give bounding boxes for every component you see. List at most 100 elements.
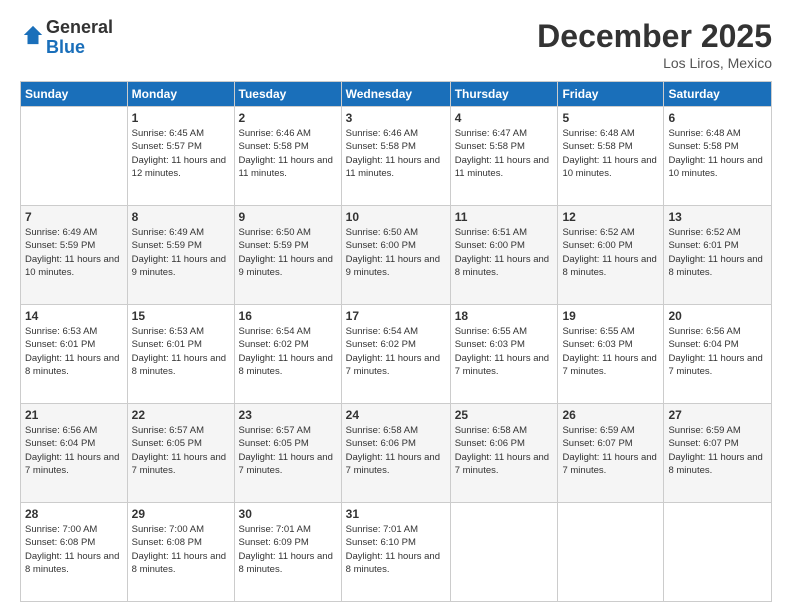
logo: General Blue: [20, 18, 113, 58]
day-number: 16: [239, 309, 337, 323]
cell-info: Sunrise: 6:53 AMSunset: 6:01 PMDaylight:…: [25, 325, 123, 378]
day-number: 11: [455, 210, 554, 224]
day-number: 25: [455, 408, 554, 422]
logo-general: General: [46, 17, 113, 37]
cell-info: Sunrise: 6:48 AMSunset: 5:58 PMDaylight:…: [668, 127, 767, 180]
calendar-cell: 31 Sunrise: 7:01 AMSunset: 6:10 PMDayligh…: [341, 503, 450, 602]
day-number: 31: [346, 507, 446, 521]
calendar-cell: 27 Sunrise: 6:59 AMSunset: 6:07 PMDayligh…: [664, 404, 772, 503]
calendar-cell: 28Sunrise: 7:00 AMSunset: 6:08 PMDayligh…: [21, 503, 128, 602]
cell-info: Sunrise: 6:59 AMSunset: 6:07 PMDaylight:…: [668, 424, 767, 477]
calendar-cell: [21, 107, 128, 206]
cell-info: Sunrise: 6:59 AMSunset: 6:07 PMDaylight:…: [562, 424, 659, 477]
calendar-cell: 16 Sunrise: 6:54 AMSunset: 6:02 PMDayligh…: [234, 305, 341, 404]
day-number: 30: [239, 507, 337, 521]
day-number: 20: [668, 309, 767, 323]
calendar-week-3: 21Sunrise: 6:56 AMSunset: 6:04 PMDayligh…: [21, 404, 772, 503]
day-number: 10: [346, 210, 446, 224]
calendar-table: Sunday Monday Tuesday Wednesday Thursday…: [20, 81, 772, 602]
calendar-cell: 12 Sunrise: 6:52 AMSunset: 6:00 PMDayligh…: [558, 206, 664, 305]
cell-info: Sunrise: 6:54 AMSunset: 6:02 PMDaylight:…: [346, 325, 446, 378]
cell-info: Sunrise: 6:49 AMSunset: 5:59 PMDaylight:…: [132, 226, 230, 279]
calendar-cell: 25 Sunrise: 6:58 AMSunset: 6:06 PMDayligh…: [450, 404, 558, 503]
cell-info: Sunrise: 6:56 AMSunset: 6:04 PMDaylight:…: [668, 325, 767, 378]
day-number: 27: [668, 408, 767, 422]
day-number: 29: [132, 507, 230, 521]
calendar-cell: [558, 503, 664, 602]
cell-info: Sunrise: 6:56 AMSunset: 6:04 PMDaylight:…: [25, 424, 123, 477]
cell-info: Sunrise: 6:55 AMSunset: 6:03 PMDaylight:…: [562, 325, 659, 378]
calendar-cell: 1 Sunrise: 6:45 AMSunset: 5:57 PMDaylight…: [127, 107, 234, 206]
calendar-cell: 11 Sunrise: 6:51 AMSunset: 6:00 PMDayligh…: [450, 206, 558, 305]
header: General Blue December 2025 Los Liros, Me…: [20, 18, 772, 71]
day-number: 6: [668, 111, 767, 125]
logo-icon: [22, 24, 44, 46]
day-number: 8: [132, 210, 230, 224]
cell-info: Sunrise: 6:57 AMSunset: 6:05 PMDaylight:…: [239, 424, 337, 477]
calendar-cell: 26 Sunrise: 6:59 AMSunset: 6:07 PMDayligh…: [558, 404, 664, 503]
day-number: 12: [562, 210, 659, 224]
calendar-header-row: Sunday Monday Tuesday Wednesday Thursday…: [21, 82, 772, 107]
cell-info: Sunrise: 7:00 AMSunset: 6:08 PMDaylight:…: [25, 523, 123, 576]
cell-info: Sunrise: 6:45 AMSunset: 5:57 PMDaylight:…: [132, 127, 230, 180]
location: Los Liros, Mexico: [537, 55, 772, 71]
day-number: 4: [455, 111, 554, 125]
cell-info: Sunrise: 6:47 AMSunset: 5:58 PMDaylight:…: [455, 127, 554, 180]
cell-info: Sunrise: 6:50 AMSunset: 5:59 PMDaylight:…: [239, 226, 337, 279]
day-number: 1: [132, 111, 230, 125]
calendar-week-2: 14Sunrise: 6:53 AMSunset: 6:01 PMDayligh…: [21, 305, 772, 404]
day-number: 23: [239, 408, 337, 422]
cell-info: Sunrise: 6:54 AMSunset: 6:02 PMDaylight:…: [239, 325, 337, 378]
calendar-cell: 29 Sunrise: 7:00 AMSunset: 6:08 PMDayligh…: [127, 503, 234, 602]
calendar-cell: 3Sunrise: 6:46 AMSunset: 5:58 PMDaylight…: [341, 107, 450, 206]
col-tuesday: Tuesday: [234, 82, 341, 107]
col-wednesday: Wednesday: [341, 82, 450, 107]
calendar-cell: 23 Sunrise: 6:57 AMSunset: 6:05 PMDayligh…: [234, 404, 341, 503]
cell-info: Sunrise: 7:01 AMSunset: 6:09 PMDaylight:…: [239, 523, 337, 576]
cell-info: Sunrise: 6:52 AMSunset: 6:00 PMDaylight:…: [562, 226, 659, 279]
day-number: 2: [239, 111, 337, 125]
day-number: 19: [562, 309, 659, 323]
day-number: 5: [562, 111, 659, 125]
calendar-cell: 19 Sunrise: 6:55 AMSunset: 6:03 PMDayligh…: [558, 305, 664, 404]
cell-info: Sunrise: 6:50 AMSunset: 6:00 PMDaylight:…: [346, 226, 446, 279]
day-number: 24: [346, 408, 446, 422]
calendar-cell: 24 Sunrise: 6:58 AMSunset: 6:06 PMDayligh…: [341, 404, 450, 503]
cell-info: Sunrise: 6:58 AMSunset: 6:06 PMDaylight:…: [455, 424, 554, 477]
col-friday: Friday: [558, 82, 664, 107]
calendar-week-1: 7 Sunrise: 6:49 AMSunset: 5:59 PMDaylight…: [21, 206, 772, 305]
calendar-cell: 14Sunrise: 6:53 AMSunset: 6:01 PMDayligh…: [21, 305, 128, 404]
cell-info: Sunrise: 6:51 AMSunset: 6:00 PMDaylight:…: [455, 226, 554, 279]
cell-info: Sunrise: 7:00 AMSunset: 6:08 PMDaylight:…: [132, 523, 230, 576]
month-title: December 2025: [537, 18, 772, 55]
day-number: 18: [455, 309, 554, 323]
calendar-week-0: 1 Sunrise: 6:45 AMSunset: 5:57 PMDaylight…: [21, 107, 772, 206]
day-number: 9: [239, 210, 337, 224]
logo-text: General Blue: [46, 18, 113, 58]
calendar-week-4: 28Sunrise: 7:00 AMSunset: 6:08 PMDayligh…: [21, 503, 772, 602]
calendar-cell: 17 Sunrise: 6:54 AMSunset: 6:02 PMDayligh…: [341, 305, 450, 404]
col-monday: Monday: [127, 82, 234, 107]
day-number: 3: [346, 111, 446, 125]
calendar-cell: 2 Sunrise: 6:46 AMSunset: 5:58 PMDaylight…: [234, 107, 341, 206]
cell-info: Sunrise: 6:52 AMSunset: 6:01 PMDaylight:…: [668, 226, 767, 279]
col-thursday: Thursday: [450, 82, 558, 107]
col-saturday: Saturday: [664, 82, 772, 107]
logo-blue: Blue: [46, 37, 85, 57]
cell-info: Sunrise: 7:01 AMSunset: 6:10 PMDaylight:…: [346, 523, 446, 576]
calendar-cell: 30 Sunrise: 7:01 AMSunset: 6:09 PMDayligh…: [234, 503, 341, 602]
day-number: 15: [132, 309, 230, 323]
calendar-cell: 22Sunrise: 6:57 AMSunset: 6:05 PMDayligh…: [127, 404, 234, 503]
calendar-cell: 18Sunrise: 6:55 AMSunset: 6:03 PMDayligh…: [450, 305, 558, 404]
day-number: 17: [346, 309, 446, 323]
cell-info: Sunrise: 6:48 AMSunset: 5:58 PMDaylight:…: [562, 127, 659, 180]
calendar-cell: 5 Sunrise: 6:48 AMSunset: 5:58 PMDaylight…: [558, 107, 664, 206]
title-block: December 2025 Los Liros, Mexico: [537, 18, 772, 71]
calendar-cell: 7 Sunrise: 6:49 AMSunset: 5:59 PMDaylight…: [21, 206, 128, 305]
cell-info: Sunrise: 6:46 AMSunset: 5:58 PMDaylight:…: [239, 127, 337, 180]
col-sunday: Sunday: [21, 82, 128, 107]
day-number: 7: [25, 210, 123, 224]
cell-info: Sunrise: 6:58 AMSunset: 6:06 PMDaylight:…: [346, 424, 446, 477]
cell-info: Sunrise: 6:49 AMSunset: 5:59 PMDaylight:…: [25, 226, 123, 279]
day-number: 26: [562, 408, 659, 422]
